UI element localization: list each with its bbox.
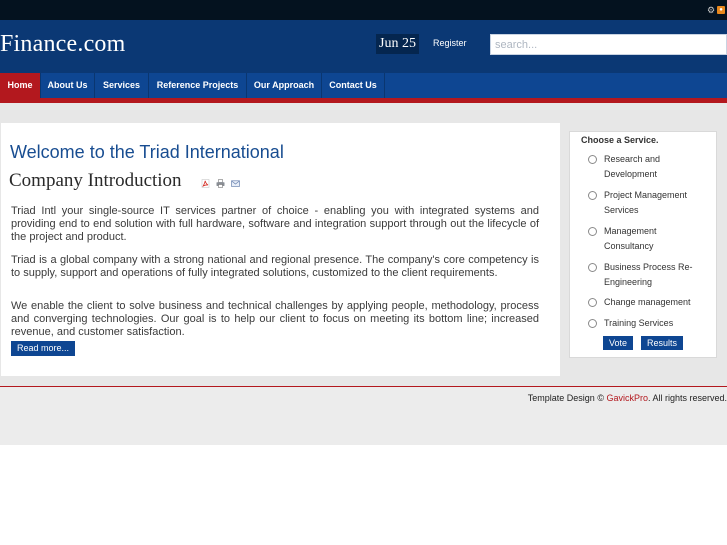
- nav-item-reference-projects[interactable]: Reference Projects: [149, 73, 246, 98]
- vote-button[interactable]: Vote: [603, 336, 633, 350]
- footer-credit: Template Design © GavickPro. All rights …: [528, 393, 727, 403]
- site-header: Finance.com Jun 25 Register: [0, 20, 727, 73]
- radio-button[interactable]: [588, 227, 597, 236]
- credit-prefix: Template Design ©: [527, 393, 607, 403]
- nav-item-our-approach[interactable]: Our Approach: [247, 73, 321, 98]
- results-button[interactable]: Results: [641, 336, 683, 350]
- poll-option-label[interactable]: Change management: [604, 295, 698, 310]
- article-paragraph: Triad is a global company with a strong …: [11, 254, 539, 279]
- pdf-icon[interactable]: [201, 179, 210, 188]
- article-paragraph: Triad Intl your single-source IT service…: [11, 205, 539, 243]
- register-link[interactable]: Register: [433, 38, 467, 48]
- poll-option[interactable]: Project Management Services: [588, 188, 698, 218]
- article-paragraph: We enable the client to solve business a…: [11, 300, 539, 338]
- main-nav: Home About Us Services Reference Project…: [0, 73, 727, 98]
- poll-option-label[interactable]: Research and Development: [604, 152, 698, 182]
- welcome-heading: Welcome to the Triad International: [10, 142, 284, 162]
- poll-option[interactable]: Management Consultancy: [588, 224, 698, 254]
- nav-item-services[interactable]: Services: [95, 73, 148, 98]
- poll-option[interactable]: Research and Development: [588, 152, 698, 182]
- poll-option[interactable]: Training Services: [588, 316, 698, 331]
- search-input[interactable]: [490, 34, 727, 55]
- print-icon[interactable]: [216, 179, 225, 188]
- article-tools: [201, 179, 240, 188]
- gear-icon[interactable]: ⚙: [707, 6, 715, 15]
- email-icon[interactable]: [231, 179, 240, 188]
- poll-option-label[interactable]: Training Services: [604, 316, 698, 331]
- footer: Template Design © GavickPro. All rights …: [0, 387, 727, 445]
- content-area: Welcome to the Triad International Compa…: [0, 103, 727, 386]
- radio-button[interactable]: [588, 191, 597, 200]
- poll-option-label[interactable]: Management Consultancy: [604, 224, 698, 254]
- site-logo[interactable]: Finance.com: [0, 31, 126, 58]
- gavickpro-link[interactable]: GavickPro: [606, 393, 648, 403]
- nav-divider: [384, 73, 385, 98]
- credit-suffix: . All rights reserved.: [647, 393, 727, 403]
- poll-option[interactable]: Change management: [588, 295, 698, 310]
- poll-option[interactable]: Business Process Re-Engineering: [588, 260, 698, 290]
- radio-button[interactable]: [588, 298, 597, 307]
- read-more-button[interactable]: Read more...: [11, 341, 75, 356]
- article-title[interactable]: Company Introduction: [9, 170, 182, 192]
- nav-item-about-us[interactable]: About Us: [41, 73, 94, 98]
- poll-option-label[interactable]: Business Process Re-Engineering: [604, 260, 698, 290]
- radio-button[interactable]: [588, 155, 597, 164]
- date-badge: Jun 25: [376, 34, 419, 54]
- radio-button[interactable]: [588, 263, 597, 272]
- poll-option-label[interactable]: Project Management Services: [604, 188, 698, 218]
- poll-title: Choose a Service.: [581, 135, 659, 145]
- service-poll: Choose a Service. Research and Developme…: [569, 131, 717, 358]
- radio-button[interactable]: [588, 319, 597, 328]
- rss-icon[interactable]: ●: [717, 6, 725, 14]
- top-icons: ⚙ ●: [707, 6, 725, 15]
- nav-item-home[interactable]: Home: [0, 73, 40, 98]
- top-bar: ⚙ ●: [0, 0, 727, 20]
- article: Welcome to the Triad International Compa…: [1, 123, 560, 376]
- nav-item-contact-us[interactable]: Contact Us: [322, 73, 384, 98]
